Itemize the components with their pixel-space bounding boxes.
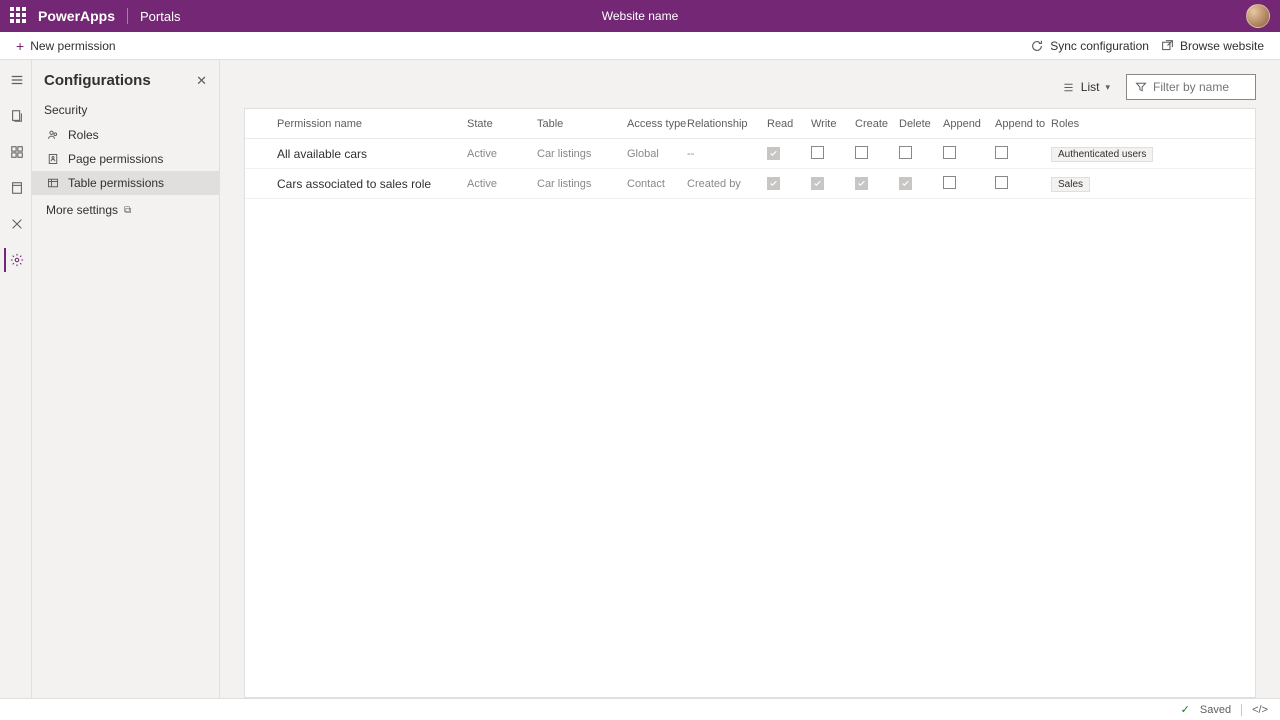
tools-icon[interactable] — [4, 212, 28, 236]
open-external-icon: ⧉ — [124, 205, 131, 216]
more-settings-label: More settings — [46, 203, 118, 217]
browse-label: Browse website — [1180, 39, 1264, 53]
checkbox[interactable] — [855, 177, 868, 190]
checkbox[interactable] — [855, 146, 868, 159]
checkbox[interactable] — [899, 146, 912, 159]
browse-website-button[interactable]: Browse website — [1155, 35, 1270, 57]
sidebar-item-table-permissions[interactable]: Table permissions — [32, 171, 219, 195]
pages-icon[interactable] — [4, 104, 28, 128]
checkbox[interactable] — [943, 176, 956, 189]
components-icon[interactable] — [4, 140, 28, 164]
col-write[interactable]: Write — [807, 118, 851, 130]
cell-name: All available cars — [273, 147, 463, 161]
sync-icon — [1030, 39, 1044, 53]
settings-icon[interactable] — [4, 248, 28, 272]
col-relationship[interactable]: Relationship — [683, 118, 763, 130]
checkbox[interactable] — [811, 146, 824, 159]
divider — [1241, 704, 1242, 716]
sidebar-item-page-permissions[interactable]: Page permissions — [32, 147, 219, 171]
panel-title: Configurations — [44, 72, 151, 89]
hamburger-icon[interactable] — [4, 68, 28, 92]
checkbox[interactable] — [995, 146, 1008, 159]
nav-icon — [46, 177, 60, 189]
col-roles[interactable]: Roles — [1047, 118, 1255, 130]
filter-icon — [1135, 81, 1147, 93]
col-create[interactable]: Create — [851, 118, 895, 130]
plus-icon: + — [16, 39, 24, 53]
sync-label: Sync configuration — [1050, 39, 1149, 53]
list-icon — [1062, 81, 1075, 94]
cell-state: Active — [463, 148, 533, 160]
role-chip: Sales — [1051, 177, 1090, 192]
config-panel: Configurations ✕ Security Roles Page perm… — [32, 60, 220, 698]
checkbox[interactable] — [995, 176, 1008, 189]
chevron-down-icon: ▾ — [1105, 82, 1110, 93]
code-icon[interactable]: </> — [1252, 704, 1268, 716]
status-bar: ✓ Saved </> — [0, 698, 1280, 720]
divider — [127, 8, 128, 24]
check-icon: ✓ — [1181, 703, 1190, 716]
cell-name: Cars associated to sales role — [273, 177, 463, 191]
permissions-grid: Permission name State Table Access type … — [244, 108, 1256, 698]
cell-rel: -- — [683, 148, 763, 160]
col-append[interactable]: Append — [939, 118, 991, 130]
content-area: List ▾ Permission name State Table Acces… — [220, 60, 1280, 698]
checkbox[interactable] — [767, 177, 780, 190]
checkbox[interactable] — [811, 177, 824, 190]
new-permission-button[interactable]: + New permission — [10, 35, 122, 57]
checkbox[interactable] — [943, 146, 956, 159]
view-switch-button[interactable]: List ▾ — [1056, 76, 1116, 98]
grid-header: Permission name State Table Access type … — [245, 109, 1255, 139]
close-icon[interactable]: ✕ — [196, 73, 207, 89]
col-table[interactable]: Table — [533, 118, 623, 130]
new-permission-label: New permission — [30, 39, 115, 53]
command-bar: + New permission Sync configuration Brow… — [0, 32, 1280, 60]
templates-icon[interactable] — [4, 176, 28, 200]
site-name-label: Website name — [602, 9, 678, 23]
status-saved-label: Saved — [1200, 704, 1231, 716]
cell-access: Contact — [623, 178, 683, 190]
nav-item-label: Roles — [68, 128, 99, 142]
nav-item-label: Page permissions — [68, 152, 163, 166]
sidebar-item-roles[interactable]: Roles — [32, 123, 219, 147]
view-label: List — [1081, 80, 1100, 94]
checkbox[interactable] — [899, 177, 912, 190]
filter-box[interactable] — [1126, 74, 1256, 100]
left-rail — [0, 60, 32, 698]
sync-configuration-button[interactable]: Sync configuration — [1024, 35, 1155, 57]
content-toolbar: List ▾ — [244, 74, 1256, 100]
cell-table: Car listings — [533, 178, 623, 190]
col-read[interactable]: Read — [763, 118, 807, 130]
table-row[interactable]: Cars associated to sales roleActiveCar l… — [245, 169, 1255, 199]
nav-icon — [46, 129, 60, 141]
avatar[interactable] — [1246, 4, 1270, 28]
nav-icon — [46, 153, 60, 165]
cell-access: Global — [623, 148, 683, 160]
main-area: Configurations ✕ Security Roles Page perm… — [0, 60, 1280, 698]
section-label: Security — [32, 99, 219, 123]
cell-rel: Created by — [683, 178, 763, 190]
product-label: Portals — [140, 9, 180, 24]
cell-state: Active — [463, 178, 533, 190]
col-delete[interactable]: Delete — [895, 118, 939, 130]
external-icon — [1161, 39, 1174, 52]
col-state[interactable]: State — [463, 118, 533, 130]
brand-label: PowerApps — [38, 8, 115, 24]
cell-table: Car listings — [533, 148, 623, 160]
checkbox[interactable] — [767, 147, 780, 160]
col-appendto[interactable]: Append to — [991, 118, 1047, 130]
table-row[interactable]: All available carsActiveCar listingsGlob… — [245, 139, 1255, 169]
more-settings-link[interactable]: More settings ⧉ — [32, 195, 219, 222]
col-permission-name[interactable]: Permission name — [273, 118, 463, 130]
col-access[interactable]: Access type — [623, 118, 683, 130]
filter-input[interactable] — [1153, 80, 1247, 94]
app-launcher-icon[interactable] — [10, 7, 28, 25]
role-chip: Authenticated users — [1051, 147, 1153, 162]
top-bar: PowerApps Portals Website name — [0, 0, 1280, 32]
nav-item-label: Table permissions — [68, 176, 164, 190]
